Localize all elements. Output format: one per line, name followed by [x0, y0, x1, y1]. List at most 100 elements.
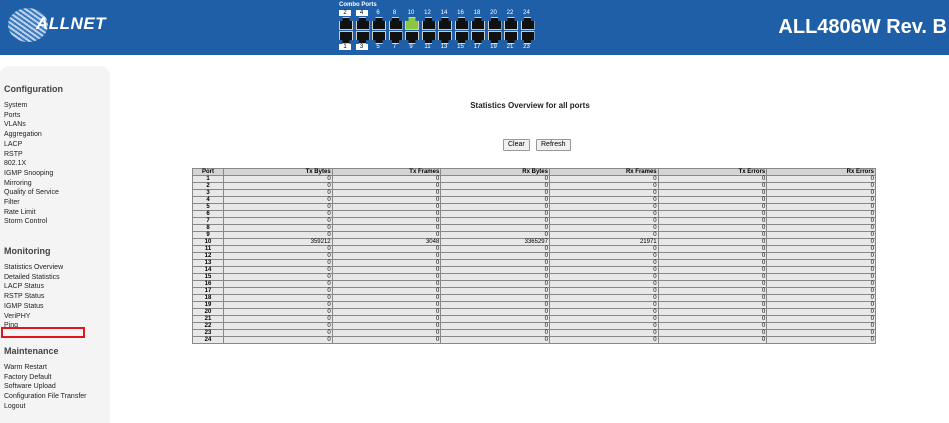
- port-cell: 13: [192, 259, 224, 267]
- refresh-button[interactable]: Refresh: [536, 139, 571, 151]
- value-cell: 359212: [223, 238, 333, 246]
- value-cell: 0: [766, 301, 876, 309]
- nav-item-detailed-statistics[interactable]: Detailed Statistics: [4, 274, 60, 281]
- nav-item-mirroring[interactable]: Mirroring: [4, 180, 32, 187]
- nav-item-aggregation[interactable]: Aggregation: [4, 131, 42, 138]
- nav-item-storm-control[interactable]: Storm Control: [4, 218, 47, 225]
- nav-item-system[interactable]: System: [4, 102, 27, 109]
- ethernet-port-icon[interactable]: [487, 17, 502, 30]
- ethernet-port-icon[interactable]: [388, 17, 403, 30]
- nav-item-software-upload[interactable]: Software Upload: [4, 383, 56, 390]
- value-cell: 0: [657, 294, 768, 302]
- value-cell: 3365297: [440, 238, 550, 246]
- ethernet-port-icon[interactable]: [504, 31, 518, 44]
- value-cell: 0: [331, 217, 442, 225]
- value-cell: 0: [548, 280, 659, 288]
- nav-item-veriphy[interactable]: VeriPHY: [4, 313, 30, 320]
- value-cell: 0: [548, 336, 659, 344]
- value-cell: 0: [657, 210, 768, 218]
- port-number-4: 4: [355, 10, 368, 16]
- ethernet-port-icon[interactable]: [504, 17, 518, 30]
- nav-item-warm-restart[interactable]: Warm Restart: [4, 364, 47, 371]
- value-cell: 0: [657, 259, 768, 267]
- value-cell: 0: [657, 231, 768, 239]
- nav-item-logout[interactable]: Logout: [4, 403, 25, 410]
- ethernet-port-icon[interactable]: [405, 31, 419, 44]
- port-number-13: 13: [440, 44, 448, 50]
- ethernet-port-icon[interactable]: [355, 17, 370, 30]
- nav-item-configuration-file-transfer[interactable]: Configuration File Transfer: [4, 393, 86, 400]
- ethernet-port-icon[interactable]: [487, 31, 502, 44]
- value-cell: 0: [440, 182, 550, 190]
- ethernet-port-icon[interactable]: [372, 17, 386, 30]
- ethernet-port-icon[interactable]: [388, 31, 403, 44]
- value-cell: 0: [331, 259, 442, 267]
- value-cell: 0: [548, 196, 659, 204]
- table-row: 6000000: [192, 210, 876, 218]
- ethernet-port-icon[interactable]: [520, 17, 535, 30]
- ethernet-port-icon[interactable]: [372, 31, 386, 44]
- nav-item-rstp[interactable]: RSTP: [4, 151, 23, 158]
- value-cell: 0: [766, 273, 876, 281]
- value-cell: 0: [766, 245, 876, 253]
- ethernet-port-icon[interactable]: [471, 31, 485, 44]
- value-cell: 0: [657, 308, 768, 316]
- ethernet-port-icon[interactable]: [421, 31, 436, 44]
- value-cell: 21971: [548, 238, 659, 246]
- ethernet-port-icon[interactable]: [454, 31, 469, 44]
- value-cell: 0: [223, 210, 333, 218]
- nav-item-factory-default[interactable]: Factory Default: [4, 374, 51, 381]
- nav-item-igmp-snooping[interactable]: IGMP Snooping: [4, 170, 53, 177]
- value-cell: 0: [548, 315, 659, 323]
- value-cell: 0: [331, 301, 442, 309]
- value-cell: 0: [440, 203, 550, 211]
- value-cell: 0: [440, 217, 550, 225]
- nav-item-rate-limit[interactable]: Rate Limit: [4, 209, 36, 216]
- value-cell: 0: [223, 273, 333, 281]
- nav-item-lacp[interactable]: LACP: [4, 141, 22, 148]
- table-row: 5000000: [192, 203, 876, 211]
- ethernet-port-icon[interactable]: [405, 17, 419, 30]
- nav-item-filter[interactable]: Filter: [4, 199, 20, 206]
- port-cell: 20: [192, 308, 224, 316]
- nav-heading-maintenance: Maintenance: [4, 346, 59, 356]
- ethernet-port-icon[interactable]: [438, 17, 452, 30]
- nav-item-igmp-status[interactable]: IGMP Status: [4, 303, 44, 310]
- value-cell: 0: [766, 287, 876, 295]
- value-cell: 0: [440, 322, 550, 330]
- ethernet-port-icon[interactable]: [421, 17, 436, 30]
- value-cell: 0: [657, 280, 768, 288]
- value-cell: 0: [548, 203, 659, 211]
- value-cell: 0: [548, 322, 659, 330]
- value-cell: 0: [440, 210, 550, 218]
- statistics-table: Port Tx Bytes Tx Frames Rx Bytes Rx Frames Tx…: [192, 168, 876, 344]
- column-header-tx-errors: Tx Errors: [657, 168, 768, 176]
- ethernet-port-icon[interactable]: [520, 31, 535, 44]
- port-cell: 7: [192, 217, 224, 225]
- ethernet-port-icon[interactable]: [438, 31, 452, 44]
- value-cell: 0: [223, 329, 333, 337]
- clear-button[interactable]: Clear: [503, 139, 530, 151]
- value-cell: 0: [331, 329, 442, 337]
- nav-item-rstp-status[interactable]: RSTP Status: [4, 293, 44, 300]
- nav-heading-configuration: Configuration: [4, 84, 63, 94]
- ethernet-port-icon[interactable]: [471, 17, 485, 30]
- ethernet-port-icon[interactable]: [355, 31, 370, 44]
- nav-item-802-1x[interactable]: 802.1X: [4, 160, 26, 167]
- value-cell: 0: [766, 308, 876, 316]
- value-cell: 0: [331, 203, 442, 211]
- nav-item-lacp-status[interactable]: LACP Status: [4, 283, 44, 290]
- nav-item-statistics-overview[interactable]: Statistics Overview: [4, 264, 63, 271]
- value-cell: 0: [657, 196, 768, 204]
- port-number-2: 2: [339, 10, 351, 16]
- table-row: 3000000: [192, 189, 876, 197]
- value-cell: 0: [657, 301, 768, 309]
- ethernet-port-icon[interactable]: [339, 17, 353, 30]
- ethernet-port-icon[interactable]: [454, 17, 469, 30]
- nav-item-ports[interactable]: Ports: [4, 112, 20, 119]
- ethernet-port-icon[interactable]: [339, 31, 353, 44]
- port-number-16: 16: [457, 10, 464, 16]
- nav-item-quality-of-service[interactable]: Quality of Service: [4, 189, 59, 196]
- nav-item-vlans[interactable]: VLANs: [4, 121, 26, 128]
- port-cell: 18: [192, 294, 224, 302]
